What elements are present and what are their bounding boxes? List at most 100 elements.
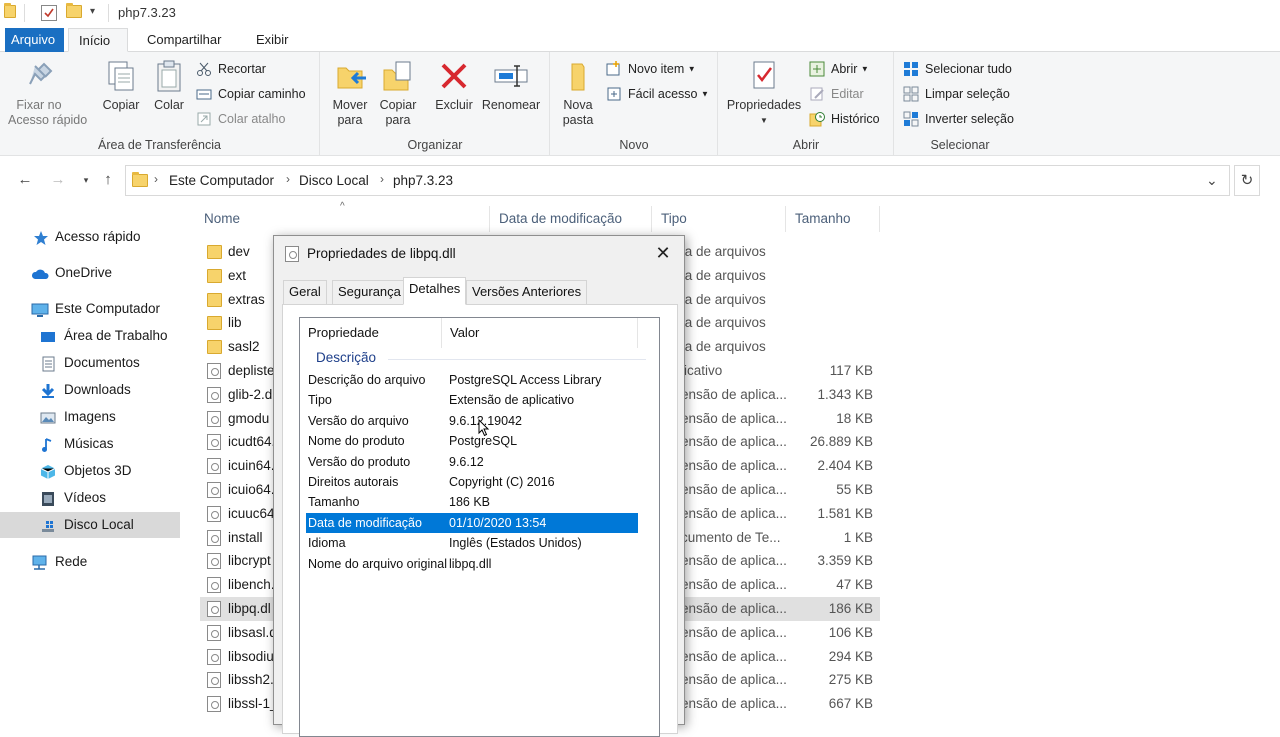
select-none-button[interactable]: Limpar seleção [903,83,1010,105]
paste-shortcut-button[interactable]: Colar atalho [196,108,285,130]
sidebar-item-documentos[interactable]: Documentos [0,350,180,376]
network-icon [31,554,47,570]
rename-button[interactable]: Renomear [479,58,543,113]
column-header-tamanho[interactable]: Tamanho [786,206,880,232]
close-icon[interactable]: ✕ [650,242,676,264]
address-bar[interactable]: › Este Computador › Disco Local › php7.3… [125,165,1230,196]
breadcrumb-separator-icon[interactable]: › [154,172,158,186]
tab-detalhes[interactable]: Detalhes [403,277,467,305]
copy-button[interactable]: Copiar [96,58,146,113]
property-name: Idioma [308,536,346,551]
sidebar-item-imagens[interactable]: Imagens [0,404,180,430]
file-size: 186 KB [828,601,873,616]
breadcrumb-este-computador[interactable]: Este Computador [169,173,274,188]
invert-selection-button[interactable]: Inverter seleção [903,108,1014,130]
select-all-button[interactable]: Selecionar tudo [903,58,1012,80]
new-item-label: Novo item [628,62,685,76]
new-folder-quick-icon[interactable] [66,3,82,21]
sidebar-item-objetos-3d[interactable]: Objetos 3D [0,458,180,484]
refresh-icon[interactable]: ↻ [1234,165,1260,196]
column-header-tipo[interactable]: Tipo [652,206,786,232]
breadcrumb-separator-icon[interactable]: › [380,172,384,186]
tab-compartilhar[interactable]: Compartilhar [137,28,231,52]
cut-label: Recortar [218,62,266,76]
property-row[interactable]: Versão do arquivo 9.6.12.19042 [306,411,638,431]
tab-versoes-anteriores[interactable]: Versões Anteriores [466,280,588,304]
property-row[interactable]: Tamanho 186 KB [306,492,638,512]
cut-button[interactable]: Recortar [196,58,266,80]
sidebar-item-disco-local[interactable]: Disco Local [0,512,180,538]
property-row[interactable]: Descrição do arquivo PostgreSQL Access Li… [306,370,638,390]
property-value: 186 KB [449,495,491,510]
tab-arquivo[interactable]: Arquivo [5,28,64,52]
properties-label: Propriedades [726,98,802,112]
sidebar-item-downloads[interactable]: Downloads [0,377,180,403]
property-row[interactable]: Data de modificação 01/10/2020 13:54 [306,512,638,533]
file-size: 3.359 KB [817,553,873,569]
breadcrumb-current-folder[interactable]: php7.3.23 [393,173,453,188]
sidebar-item-rede[interactable]: Rede [0,549,180,575]
move-to-icon [332,58,368,94]
group-divider [388,359,646,360]
property-row[interactable]: Idioma Inglês (Estados Unidos) [306,533,638,553]
ribbon-tabs: Arquivo Início Compartilhar Exibir [0,28,1280,52]
properties-quick-icon[interactable] [41,5,57,21]
move-to-label: Mover para [332,98,368,127]
sidebar-item-acesso-rapido[interactable]: Acesso rápido [0,224,180,250]
paste-button[interactable]: Colar [148,58,190,113]
tab-geral[interactable]: Geral [283,280,327,304]
column-header-nome[interactable]: Nome [195,206,490,232]
new-folder-button[interactable]: Nova pasta [555,58,601,128]
file-type: ensão de aplica... [681,434,787,450]
sidebar-item-este-computador[interactable]: Este Computador [0,296,180,322]
property-row[interactable]: Versão do produto 9.6.12 [306,452,638,472]
recent-locations-chevron-icon[interactable]: ▾ [76,170,96,190]
properties-list[interactable]: Propriedade Valor Descrição Descrição do… [299,317,660,737]
column-header-valor[interactable]: Valor [442,318,638,348]
sidebar-item-musicas[interactable]: Músicas [0,431,180,457]
pin-icon [21,58,57,94]
edit-button[interactable]: Editar [809,83,864,105]
file-size: 26.889 KB [809,434,873,450]
properties-button[interactable]: Propriedades ▼ [721,58,807,128]
tab-seguranca[interactable]: Segurança [332,280,407,304]
copy-label: Copiar [102,98,140,112]
forward-arrow-icon[interactable]: → [48,170,68,190]
sidebar-item-onedrive[interactable]: OneDrive [0,260,180,286]
history-button[interactable]: Histórico [809,108,880,130]
column-header-propriedade[interactable]: Propriedade [300,318,442,348]
open-button[interactable]: Abrir ▼ [809,58,869,80]
select-none-icon [903,86,919,102]
breadcrumb-disco-local[interactable]: Disco Local [299,173,369,188]
file-type: ensão de aplica... [681,553,787,569]
paste-shortcut-label: Colar atalho [218,112,286,126]
dll-file-icon [207,434,222,451]
customize-quick-access-icon[interactable]: ▾ [90,6,95,17]
sidebar-item-area-de-trabalho[interactable]: Área de Trabalho [0,323,180,349]
tab-inicio[interactable]: Início [68,28,128,52]
tab-exibir[interactable]: Exibir [246,28,299,52]
move-to-button[interactable]: Mover para [327,58,373,128]
sidebar-item-videos[interactable]: Vídeos [0,485,180,511]
property-row[interactable]: Nome do arquivo original libpq.dll [306,554,638,574]
copy-to-icon [380,58,416,94]
folder-icon [207,316,222,331]
file-size: 18 KB [836,410,873,426]
copy-path-button[interactable]: Copiar caminho [196,83,306,105]
cube-icon [40,463,56,479]
property-row[interactable]: Direitos autorais Copyright (C) 2016 [306,472,638,492]
address-history-chevron-icon[interactable]: ⌄ [1206,172,1218,189]
copy-to-button[interactable]: Copiar para [375,58,421,128]
column-header-data[interactable]: Data de modificação [490,206,652,232]
new-item-button[interactable]: Novo item ▼ [606,58,696,80]
pin-quick-access-button[interactable]: Fixar no Acesso rápido [8,58,87,128]
delete-button[interactable]: Excluir [431,58,477,113]
file-size: 106 KB [828,624,873,640]
file-size: 2.404 KB [817,458,873,474]
breadcrumb-separator-icon[interactable]: › [286,172,290,186]
property-row[interactable]: Nome do produto PostgreSQL [306,431,638,451]
easy-access-button[interactable]: Fácil acesso ▼ [606,83,709,105]
up-arrow-icon[interactable]: ↑ [98,170,118,190]
property-row[interactable]: Tipo Extensão de aplicativo [306,390,638,410]
back-arrow-icon[interactable]: ← [15,170,35,190]
